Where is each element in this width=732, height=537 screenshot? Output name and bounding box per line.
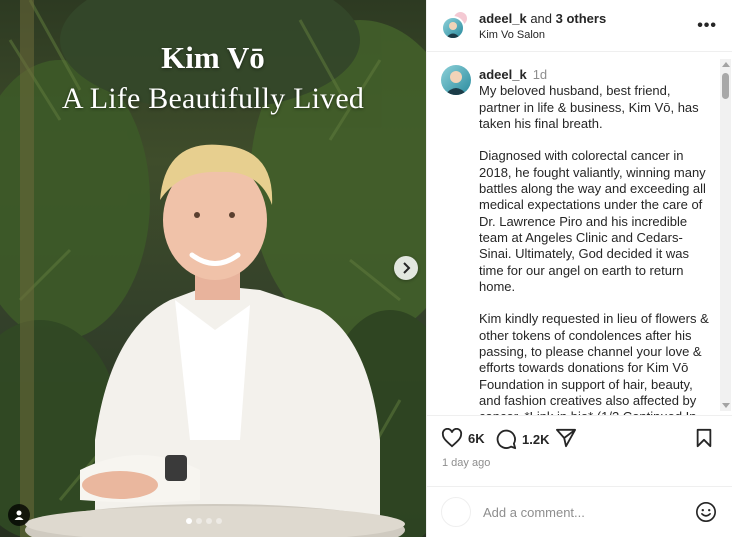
other-authors-link[interactable]: 3 others <box>556 11 607 26</box>
add-comment-bar <box>427 486 732 537</box>
save-button[interactable] <box>695 428 713 448</box>
caption-paragraph: Diagnosed with colorectal cancer in 2018… <box>479 148 706 294</box>
post-header: adeel_k and 3 others Kim Vo Salon ••• <box>427 0 732 52</box>
comment-button[interactable]: 1.2K <box>495 428 549 450</box>
comment-input[interactable] <box>483 501 673 523</box>
like-count: 6K <box>468 430 485 446</box>
like-button[interactable]: 6K <box>441 428 485 448</box>
bookmark-icon <box>696 428 712 448</box>
scrollbar-thumb[interactable] <box>722 73 729 99</box>
post-authors: adeel_k and 3 others <box>479 11 606 26</box>
carousel-dots <box>186 518 222 524</box>
authors-separator: and <box>526 11 556 26</box>
chevron-right-icon[interactable] <box>394 256 418 280</box>
carousel-dot <box>216 518 222 524</box>
post-media[interactable]: Kim Vō A Life Beautifully Lived <box>0 0 426 537</box>
user-icon[interactable] <box>8 504 30 526</box>
comments-area[interactable]: adeel_k 1d My beloved husband, best frien… <box>427 53 732 415</box>
paper-plane-icon <box>556 428 576 448</box>
avatar <box>441 497 471 527</box>
author-username[interactable]: adeel_k <box>479 11 527 26</box>
comment-icon <box>496 429 517 450</box>
scroll-up-arrow[interactable] <box>722 62 730 67</box>
more-options-icon[interactable]: ••• <box>697 17 717 35</box>
post-timestamp[interactable]: 1 day ago <box>442 457 490 469</box>
comments-scrollbar[interactable] <box>720 59 731 411</box>
portrait-photo <box>0 0 426 537</box>
carousel-dot <box>206 518 212 524</box>
caption-paragraph: My beloved husband, best friend, partner… <box>479 83 699 131</box>
avatar[interactable] <box>441 16 465 40</box>
post-actions: 6K 1.2K 1 day ago <box>427 415 732 485</box>
emoji-icon[interactable] <box>695 501 717 528</box>
post-caption: adeel_k 1d My beloved husband, best frien… <box>479 67 715 415</box>
carousel-dot <box>186 518 192 524</box>
overlay-title-tagline: A Life Beautifully Lived <box>61 82 365 115</box>
heart-icon <box>441 428 463 448</box>
overlay-title-name: Kim Vō <box>161 40 265 75</box>
post-details-panel: adeel_k and 3 others Kim Vo Salon ••• ad… <box>426 0 732 537</box>
caption-username[interactable]: adeel_k <box>479 67 527 82</box>
caption-time: 1d <box>532 67 548 82</box>
scroll-down-arrow[interactable] <box>722 403 730 408</box>
share-button[interactable] <box>555 428 577 448</box>
comment-count: 1.2K <box>522 431 550 447</box>
caption-header: adeel_k 1d <box>479 67 715 83</box>
carousel-dot <box>196 518 202 524</box>
post-location[interactable]: Kim Vo Salon <box>479 29 545 41</box>
avatar[interactable] <box>441 65 471 95</box>
caption-paragraph: Kim kindly requested in lieu of flowers … <box>479 311 709 415</box>
